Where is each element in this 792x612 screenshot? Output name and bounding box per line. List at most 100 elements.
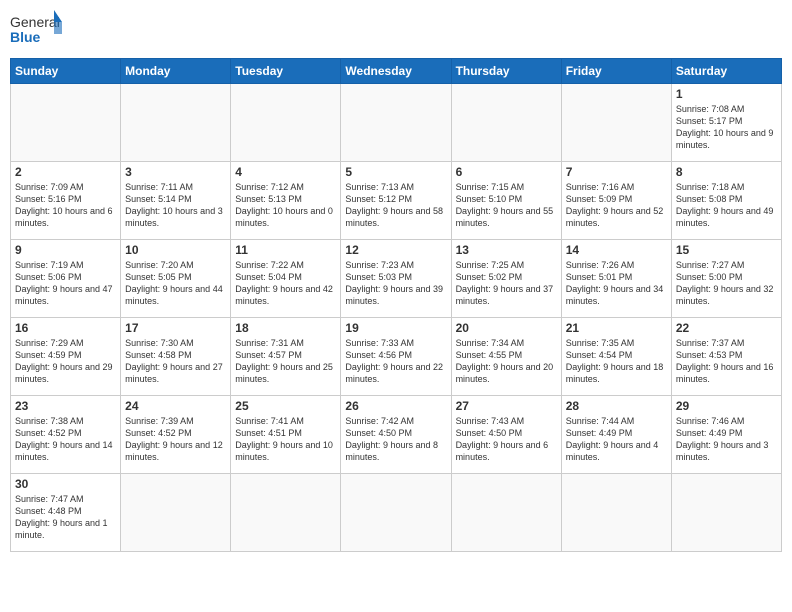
day-number: 6 bbox=[456, 165, 557, 179]
day-info: Sunrise: 7:31 AMSunset: 4:57 PMDaylight:… bbox=[235, 337, 336, 386]
table-row bbox=[451, 84, 561, 162]
day-info: Sunrise: 7:35 AMSunset: 4:54 PMDaylight:… bbox=[566, 337, 667, 386]
table-row: 2 Sunrise: 7:09 AMSunset: 5:16 PMDaylight… bbox=[11, 162, 121, 240]
table-row: 27 Sunrise: 7:43 AMSunset: 4:50 PMDayligh… bbox=[451, 396, 561, 474]
table-row: 13Sunrise: 7:25 AMSunset: 5:02 PMDayligh… bbox=[451, 240, 561, 318]
table-row: 10 Sunrise: 7:20 AMSunset: 5:05 PMDayligh… bbox=[121, 240, 231, 318]
day-number: 25 bbox=[235, 399, 336, 413]
table-row bbox=[451, 474, 561, 552]
day-number: 16 bbox=[15, 321, 116, 335]
table-row bbox=[341, 474, 451, 552]
calendar-week-row: 1Sunrise: 7:08 AMSunset: 5:17 PMDaylight… bbox=[11, 84, 782, 162]
day-info: Sunrise: 7:16 AMSunset: 5:09 PMDaylight:… bbox=[566, 181, 667, 230]
day-number: 30 bbox=[15, 477, 116, 491]
table-row: 26 Sunrise: 7:42 AMSunset: 4:50 PMDayligh… bbox=[341, 396, 451, 474]
table-row: 17 Sunrise: 7:30 AMSunset: 4:58 PMDayligh… bbox=[121, 318, 231, 396]
table-row bbox=[11, 84, 121, 162]
day-info: Sunrise: 7:20 AMSunset: 5:05 PMDaylight:… bbox=[125, 259, 226, 308]
day-number: 15 bbox=[676, 243, 777, 257]
table-row: 22 Sunrise: 7:37 AMSunset: 4:53 PMDayligh… bbox=[671, 318, 781, 396]
calendar-week-row: 9 Sunrise: 7:19 AMSunset: 5:06 PMDaylight… bbox=[11, 240, 782, 318]
day-number: 23 bbox=[15, 399, 116, 413]
day-number: 20 bbox=[456, 321, 557, 335]
day-info: Sunrise: 7:47 AMSunset: 4:48 PMDaylight:… bbox=[15, 493, 116, 542]
table-row: 4Sunrise: 7:12 AMSunset: 5:13 PMDaylight… bbox=[231, 162, 341, 240]
calendar-header-row: Sunday Monday Tuesday Wednesday Thursday… bbox=[11, 59, 782, 84]
table-row: 29Sunrise: 7:46 AMSunset: 4:49 PMDayligh… bbox=[671, 396, 781, 474]
table-row bbox=[671, 474, 781, 552]
col-saturday: Saturday bbox=[671, 59, 781, 84]
day-info: Sunrise: 7:29 AMSunset: 4:59 PMDaylight:… bbox=[15, 337, 116, 386]
day-info: Sunrise: 7:44 AMSunset: 4:49 PMDaylight:… bbox=[566, 415, 667, 464]
day-number: 2 bbox=[15, 165, 116, 179]
table-row: 23 Sunrise: 7:38 AMSunset: 4:52 PMDayligh… bbox=[11, 396, 121, 474]
day-number: 5 bbox=[345, 165, 446, 179]
day-info: Sunrise: 7:23 AMSunset: 5:03 PMDaylight:… bbox=[345, 259, 446, 308]
table-row: 9 Sunrise: 7:19 AMSunset: 5:06 PMDaylight… bbox=[11, 240, 121, 318]
table-row: 24 Sunrise: 7:39 AMSunset: 4:52 PMDayligh… bbox=[121, 396, 231, 474]
day-info: Sunrise: 7:22 AMSunset: 5:04 PMDaylight:… bbox=[235, 259, 336, 308]
day-number: 24 bbox=[125, 399, 226, 413]
table-row: 12Sunrise: 7:23 AMSunset: 5:03 PMDayligh… bbox=[341, 240, 451, 318]
day-number: 22 bbox=[676, 321, 777, 335]
day-info: Sunrise: 7:27 AMSunset: 5:00 PMDaylight:… bbox=[676, 259, 777, 308]
day-info: Sunrise: 7:13 AMSunset: 5:12 PMDaylight:… bbox=[345, 181, 446, 230]
table-row: 15 Sunrise: 7:27 AMSunset: 5:00 PMDayligh… bbox=[671, 240, 781, 318]
col-sunday: Sunday bbox=[11, 59, 121, 84]
day-number: 11 bbox=[235, 243, 336, 257]
day-info: Sunrise: 7:08 AMSunset: 5:17 PMDaylight:… bbox=[676, 103, 777, 152]
table-row bbox=[231, 474, 341, 552]
day-info: Sunrise: 7:15 AMSunset: 5:10 PMDaylight:… bbox=[456, 181, 557, 230]
day-number: 26 bbox=[345, 399, 446, 413]
day-number: 8 bbox=[676, 165, 777, 179]
table-row bbox=[231, 84, 341, 162]
calendar-table: Sunday Monday Tuesday Wednesday Thursday… bbox=[10, 58, 782, 552]
day-info: Sunrise: 7:30 AMSunset: 4:58 PMDaylight:… bbox=[125, 337, 226, 386]
day-info: Sunrise: 7:11 AMSunset: 5:14 PMDaylight:… bbox=[125, 181, 226, 230]
table-row bbox=[341, 84, 451, 162]
day-info: Sunrise: 7:19 AMSunset: 5:06 PMDaylight:… bbox=[15, 259, 116, 308]
day-number: 7 bbox=[566, 165, 667, 179]
calendar-week-row: 16 Sunrise: 7:29 AMSunset: 4:59 PMDayligh… bbox=[11, 318, 782, 396]
table-row bbox=[561, 84, 671, 162]
calendar-week-row: 23 Sunrise: 7:38 AMSunset: 4:52 PMDayligh… bbox=[11, 396, 782, 474]
generalblue-logo-icon: General Blue bbox=[10, 10, 62, 50]
table-row: 16 Sunrise: 7:29 AMSunset: 4:59 PMDayligh… bbox=[11, 318, 121, 396]
table-row: 25Sunrise: 7:41 AMSunset: 4:51 PMDayligh… bbox=[231, 396, 341, 474]
day-info: Sunrise: 7:39 AMSunset: 4:52 PMDaylight:… bbox=[125, 415, 226, 464]
day-info: Sunrise: 7:37 AMSunset: 4:53 PMDaylight:… bbox=[676, 337, 777, 386]
day-info: Sunrise: 7:34 AMSunset: 4:55 PMDaylight:… bbox=[456, 337, 557, 386]
day-info: Sunrise: 7:43 AMSunset: 4:50 PMDaylight:… bbox=[456, 415, 557, 464]
header: General Blue bbox=[10, 10, 782, 50]
table-row: 6 Sunrise: 7:15 AMSunset: 5:10 PMDaylight… bbox=[451, 162, 561, 240]
table-row: 21Sunrise: 7:35 AMSunset: 4:54 PMDayligh… bbox=[561, 318, 671, 396]
calendar-week-row: 30 Sunrise: 7:47 AMSunset: 4:48 PMDayligh… bbox=[11, 474, 782, 552]
svg-text:Blue: Blue bbox=[10, 29, 41, 45]
table-row: 14Sunrise: 7:26 AMSunset: 5:01 PMDayligh… bbox=[561, 240, 671, 318]
day-number: 18 bbox=[235, 321, 336, 335]
day-number: 10 bbox=[125, 243, 226, 257]
table-row: 5 Sunrise: 7:13 AMSunset: 5:12 PMDaylight… bbox=[341, 162, 451, 240]
day-number: 9 bbox=[15, 243, 116, 257]
day-info: Sunrise: 7:42 AMSunset: 4:50 PMDaylight:… bbox=[345, 415, 446, 464]
day-info: Sunrise: 7:46 AMSunset: 4:49 PMDaylight:… bbox=[676, 415, 777, 464]
day-number: 28 bbox=[566, 399, 667, 413]
calendar-week-row: 2 Sunrise: 7:09 AMSunset: 5:16 PMDaylight… bbox=[11, 162, 782, 240]
table-row bbox=[121, 474, 231, 552]
svg-text:General: General bbox=[10, 14, 60, 30]
day-info: Sunrise: 7:33 AMSunset: 4:56 PMDaylight:… bbox=[345, 337, 446, 386]
col-friday: Friday bbox=[561, 59, 671, 84]
col-tuesday: Tuesday bbox=[231, 59, 341, 84]
day-number: 27 bbox=[456, 399, 557, 413]
day-number: 17 bbox=[125, 321, 226, 335]
day-info: Sunrise: 7:38 AMSunset: 4:52 PMDaylight:… bbox=[15, 415, 116, 464]
day-number: 4 bbox=[235, 165, 336, 179]
day-number: 3 bbox=[125, 165, 226, 179]
table-row: 28 Sunrise: 7:44 AMSunset: 4:49 PMDayligh… bbox=[561, 396, 671, 474]
day-info: Sunrise: 7:09 AMSunset: 5:16 PMDaylight:… bbox=[15, 181, 116, 230]
day-info: Sunrise: 7:18 AMSunset: 5:08 PMDaylight:… bbox=[676, 181, 777, 230]
table-row: 8 Sunrise: 7:18 AMSunset: 5:08 PMDaylight… bbox=[671, 162, 781, 240]
table-row: 3 Sunrise: 7:11 AMSunset: 5:14 PMDaylight… bbox=[121, 162, 231, 240]
day-number: 14 bbox=[566, 243, 667, 257]
col-monday: Monday bbox=[121, 59, 231, 84]
